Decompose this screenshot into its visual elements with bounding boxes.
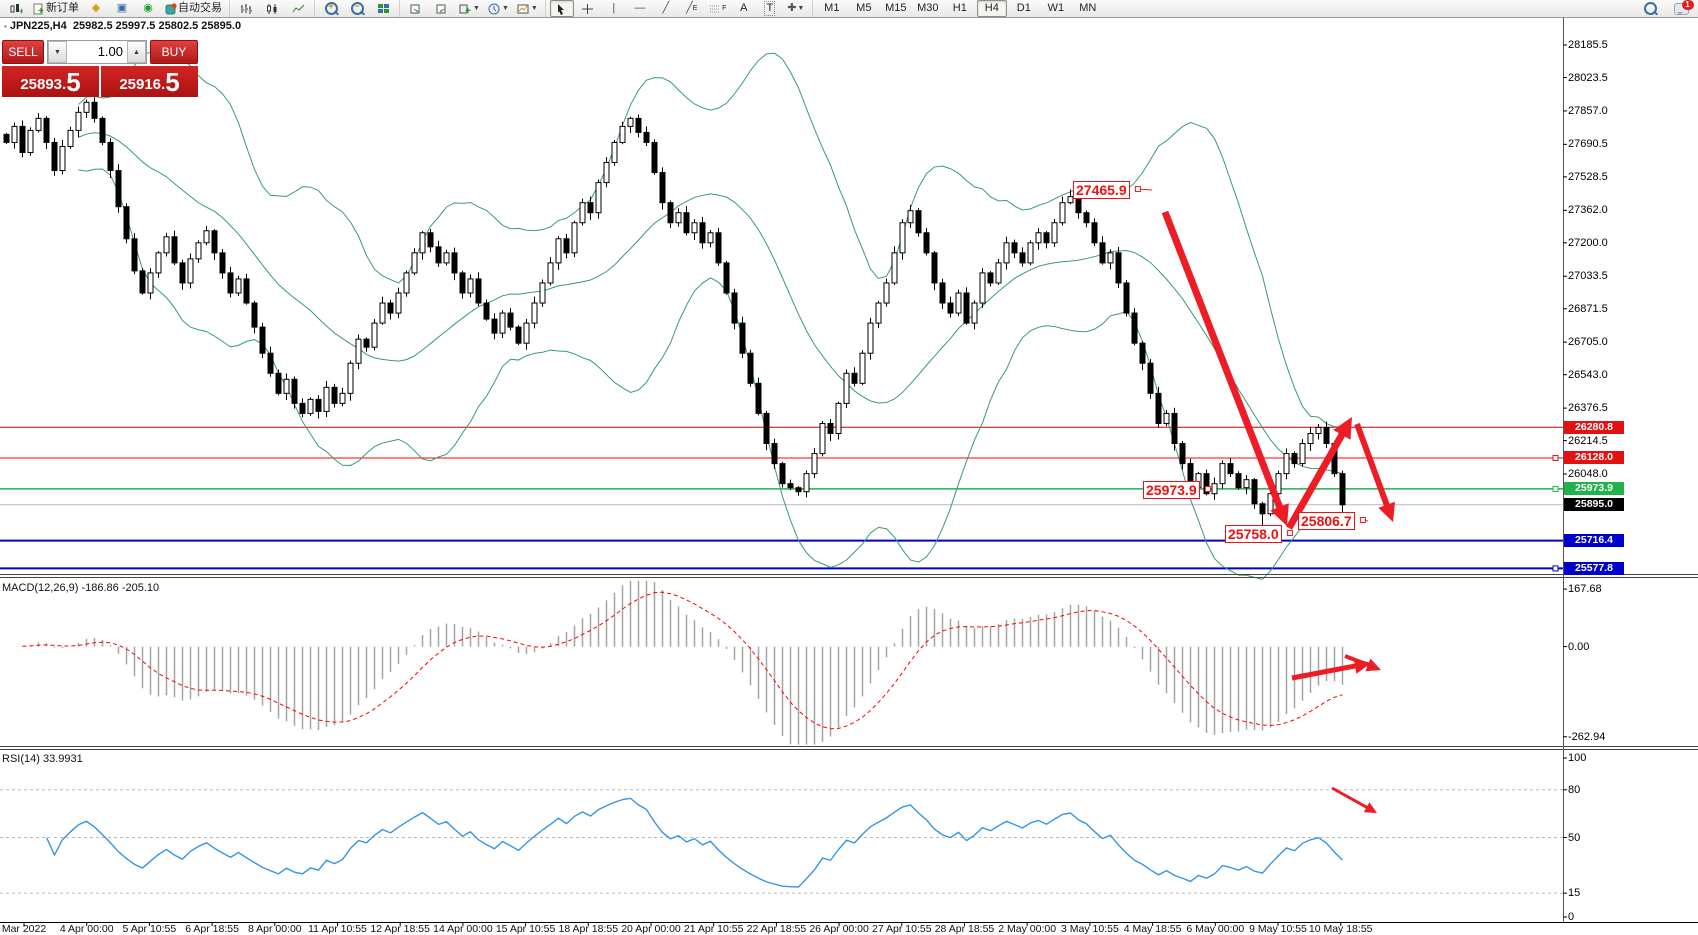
toolbar-group-objects: | — ╱ ╱E F A T ✚▼ [545,0,812,17]
new-chart-button[interactable]: + [4,0,28,17]
timeframe-m15[interactable]: M15 [881,0,911,17]
vertical-line-icon[interactable]: | [602,0,626,17]
toolbar: + + 新订单 ◆ ▣ ◉ 自动交易 + − +▼ [0,0,1698,18]
candlestick-chart-icon[interactable] [260,0,284,17]
chat-icon[interactable]: 1 [1669,0,1693,17]
rsi-line [47,798,1343,887]
timeframe-m5[interactable]: M5 [849,0,879,17]
macd-signal-line [23,592,1343,729]
candlesticks [4,97,1345,530]
symbol-icon: ▪ [4,22,7,31]
zoom-out-icon[interactable]: − [345,0,369,17]
rsi-label: RSI(14) 33.9931 [2,753,83,765]
line-chart-icon[interactable] [286,0,310,17]
bollinger-bands [79,52,1343,579]
timeframe-h4[interactable]: H4 [977,0,1007,17]
auto-trading-button[interactable]: 自动交易 [162,0,225,17]
history-center-icon[interactable]: ◆ [84,0,108,17]
mt4-window: { "toolbar": { "new_order_label": "新订单",… [0,0,1698,935]
terminal-icon[interactable]: ▣ [110,0,134,17]
rsi-indicator [0,758,1567,917]
channel-icon[interactable]: ╱E [680,0,704,17]
toolbar-right: 1 [1637,0,1694,17]
auto-trading-label: 自动交易 [178,1,222,16]
sell-price[interactable]: 25893.5 [2,66,99,97]
horizontal-line-icon[interactable]: — [628,0,652,17]
svg-text:+: + [19,6,23,15]
timeframe-d1[interactable]: D1 [1009,0,1039,17]
search-icon[interactable] [1638,0,1662,17]
price-annotation-label[interactable]: 27465.9 [1073,181,1130,199]
bollinger-middle [79,133,1343,474]
timeframe-m30[interactable]: M30 [913,0,943,17]
svg-text:+: + [38,6,44,15]
tile-windows-icon[interactable] [371,0,395,17]
chart-symbol: JPN225,H4 [10,20,67,32]
period-icon[interactable]: ▼ [485,0,512,17]
new-order-label: 新订单 [46,1,79,16]
crosshair-icon[interactable] [576,0,600,17]
template-icon[interactable]: ▼ [514,0,541,17]
one-click-trading-panel: SELL ▼ 1.00 ▲ BUY 25893.5 25916.5 [2,40,198,97]
chart-area[interactable] [0,17,1698,935]
volume-stepper[interactable]: ▼ 1.00 ▲ [47,40,147,64]
macd-indicator [23,581,1568,745]
add-indicator-icon[interactable]: +▼ [456,0,483,17]
notification-badge: 1 [1682,0,1694,10]
price-annotation-label[interactable]: 25806.7 [1298,512,1355,530]
price-annotation-label[interactable]: 25973.9 [1143,481,1200,499]
text-icon[interactable]: A [732,0,756,17]
volume-increase-button[interactable]: ▲ [127,41,146,63]
timeframe-m1[interactable]: M1 [817,0,847,17]
toolbar-group-timeframes: M1M5M15M30H1H4D1W1MN [812,0,1107,17]
timeframe-mn[interactable]: MN [1073,0,1103,17]
timeframe-h1[interactable]: H1 [945,0,975,17]
toolbar-group-windows: +▼ ▼ ▼ [399,0,545,17]
signal-icon[interactable]: ◉ [136,0,160,17]
chart-ohlc: 25982.5 25997.5 25802.5 25895.0 [73,20,241,32]
volume-decrease-button[interactable]: ▼ [48,41,67,63]
buy-button[interactable]: BUY [150,40,198,64]
toolbar-group-charttype [229,0,314,17]
chart-title: ▪JPN225,H4 25982.5 25997.5 25802.5 25895… [4,20,241,32]
volume-value[interactable]: 1.00 [67,41,127,63]
arrange-windows-icon[interactable] [430,0,454,17]
shapes-icon[interactable]: ✚▼ [784,0,808,17]
price-annotation-label[interactable]: 25758.0 [1225,525,1282,543]
cursor-icon[interactable] [550,0,574,17]
panel-separators [0,18,1698,923]
timeframe-w1[interactable]: W1 [1041,0,1071,17]
cascade-windows-icon[interactable] [404,0,428,17]
fibonacci-icon[interactable]: F [706,0,730,17]
svg-text:+: + [465,6,471,15]
bar-chart-icon[interactable] [234,0,258,17]
zoom-in-icon[interactable]: + [319,0,343,17]
toolbar-group-main: + + 新订单 ◆ ▣ ◉ 自动交易 [0,0,229,17]
text-label-icon[interactable]: T [758,0,782,17]
toolbar-group-zoom: + − [314,0,399,17]
annotation-arrows [1135,187,1395,814]
sell-button[interactable]: SELL [2,40,44,64]
new-order-button[interactable]: + 新订单 [30,0,82,17]
macd-label: MACD(12,26,9) -186.86 -205.10 [2,582,159,594]
horizontal-lines [0,427,1563,568]
price-axis-ticks [1553,45,1567,571]
buy-price[interactable]: 25916.5 [101,66,198,97]
trendline-icon[interactable]: ╱ [654,0,678,17]
